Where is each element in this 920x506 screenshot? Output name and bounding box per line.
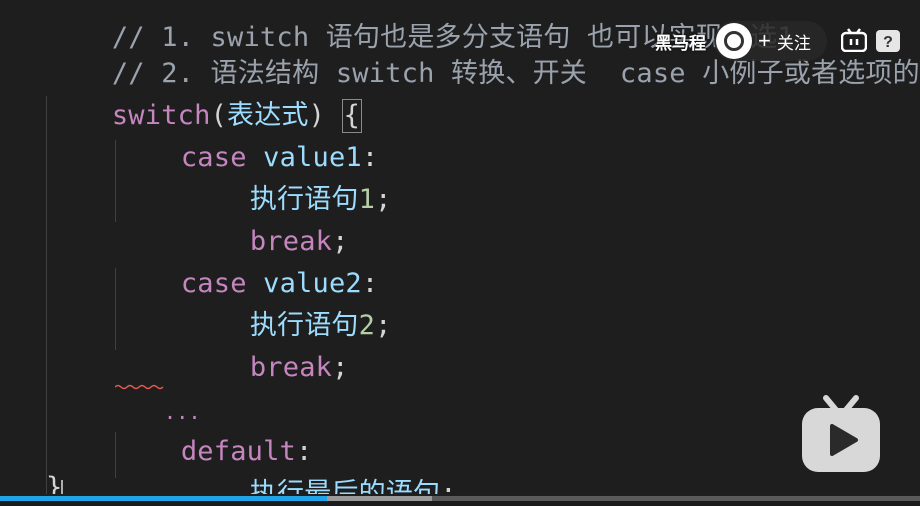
plus-icon: + — [758, 28, 771, 53]
code-line-default: default: — [115, 392, 313, 467]
player-bottom-edge — [0, 501, 920, 506]
code-line-switch: switch(表达式) { — [46, 56, 363, 133]
break-keyword: break — [249, 352, 333, 383]
statement-number: 2 — [358, 310, 376, 341]
uploader-overlay: 黑马程 + 关注 ? — [655, 18, 920, 64]
code-line-case1: case value1: — [115, 98, 378, 173]
semicolon: ; — [375, 184, 392, 215]
code-line-stmt1: 执行语句1; — [184, 140, 392, 215]
avatar[interactable] — [716, 23, 752, 59]
uploader-name[interactable]: 黑马程 — [655, 29, 706, 54]
code-line-stmt2: 执行语句2; — [184, 266, 392, 341]
play-tv-icon[interactable] — [798, 392, 884, 478]
player-top-icons: ? — [840, 28, 901, 54]
text-cursor — [61, 480, 63, 494]
bilibili-logo-icon[interactable] — [840, 28, 867, 52]
code-line-break1: break; — [184, 182, 349, 257]
close-brace-text: } — [46, 472, 63, 494]
follow-button[interactable]: + 关注 — [714, 21, 827, 61]
follow-label: 关注 — [776, 33, 811, 53]
statement-text: 执行最后的语句 — [249, 478, 441, 494]
code-line-default-stmt: 执行最后的语句; — [184, 434, 457, 494]
code-editor[interactable]: // 1. switch 语句也是多分支语句 也可以实现多选1 // 2. 语法… — [0, 0, 920, 494]
matched-brace-close: } — [46, 474, 62, 494]
semicolon: ; — [332, 352, 349, 383]
code-line-case2: case value2: — [115, 224, 378, 299]
error-squiggle — [115, 384, 164, 390]
semicolon: ; — [440, 478, 457, 494]
semicolon: ; — [375, 310, 392, 341]
help-icon[interactable]: ? — [875, 28, 901, 54]
statement-number: 1 — [358, 184, 376, 215]
code-line-break2: break; — [184, 308, 349, 383]
svg-text:?: ? — [883, 34, 893, 51]
